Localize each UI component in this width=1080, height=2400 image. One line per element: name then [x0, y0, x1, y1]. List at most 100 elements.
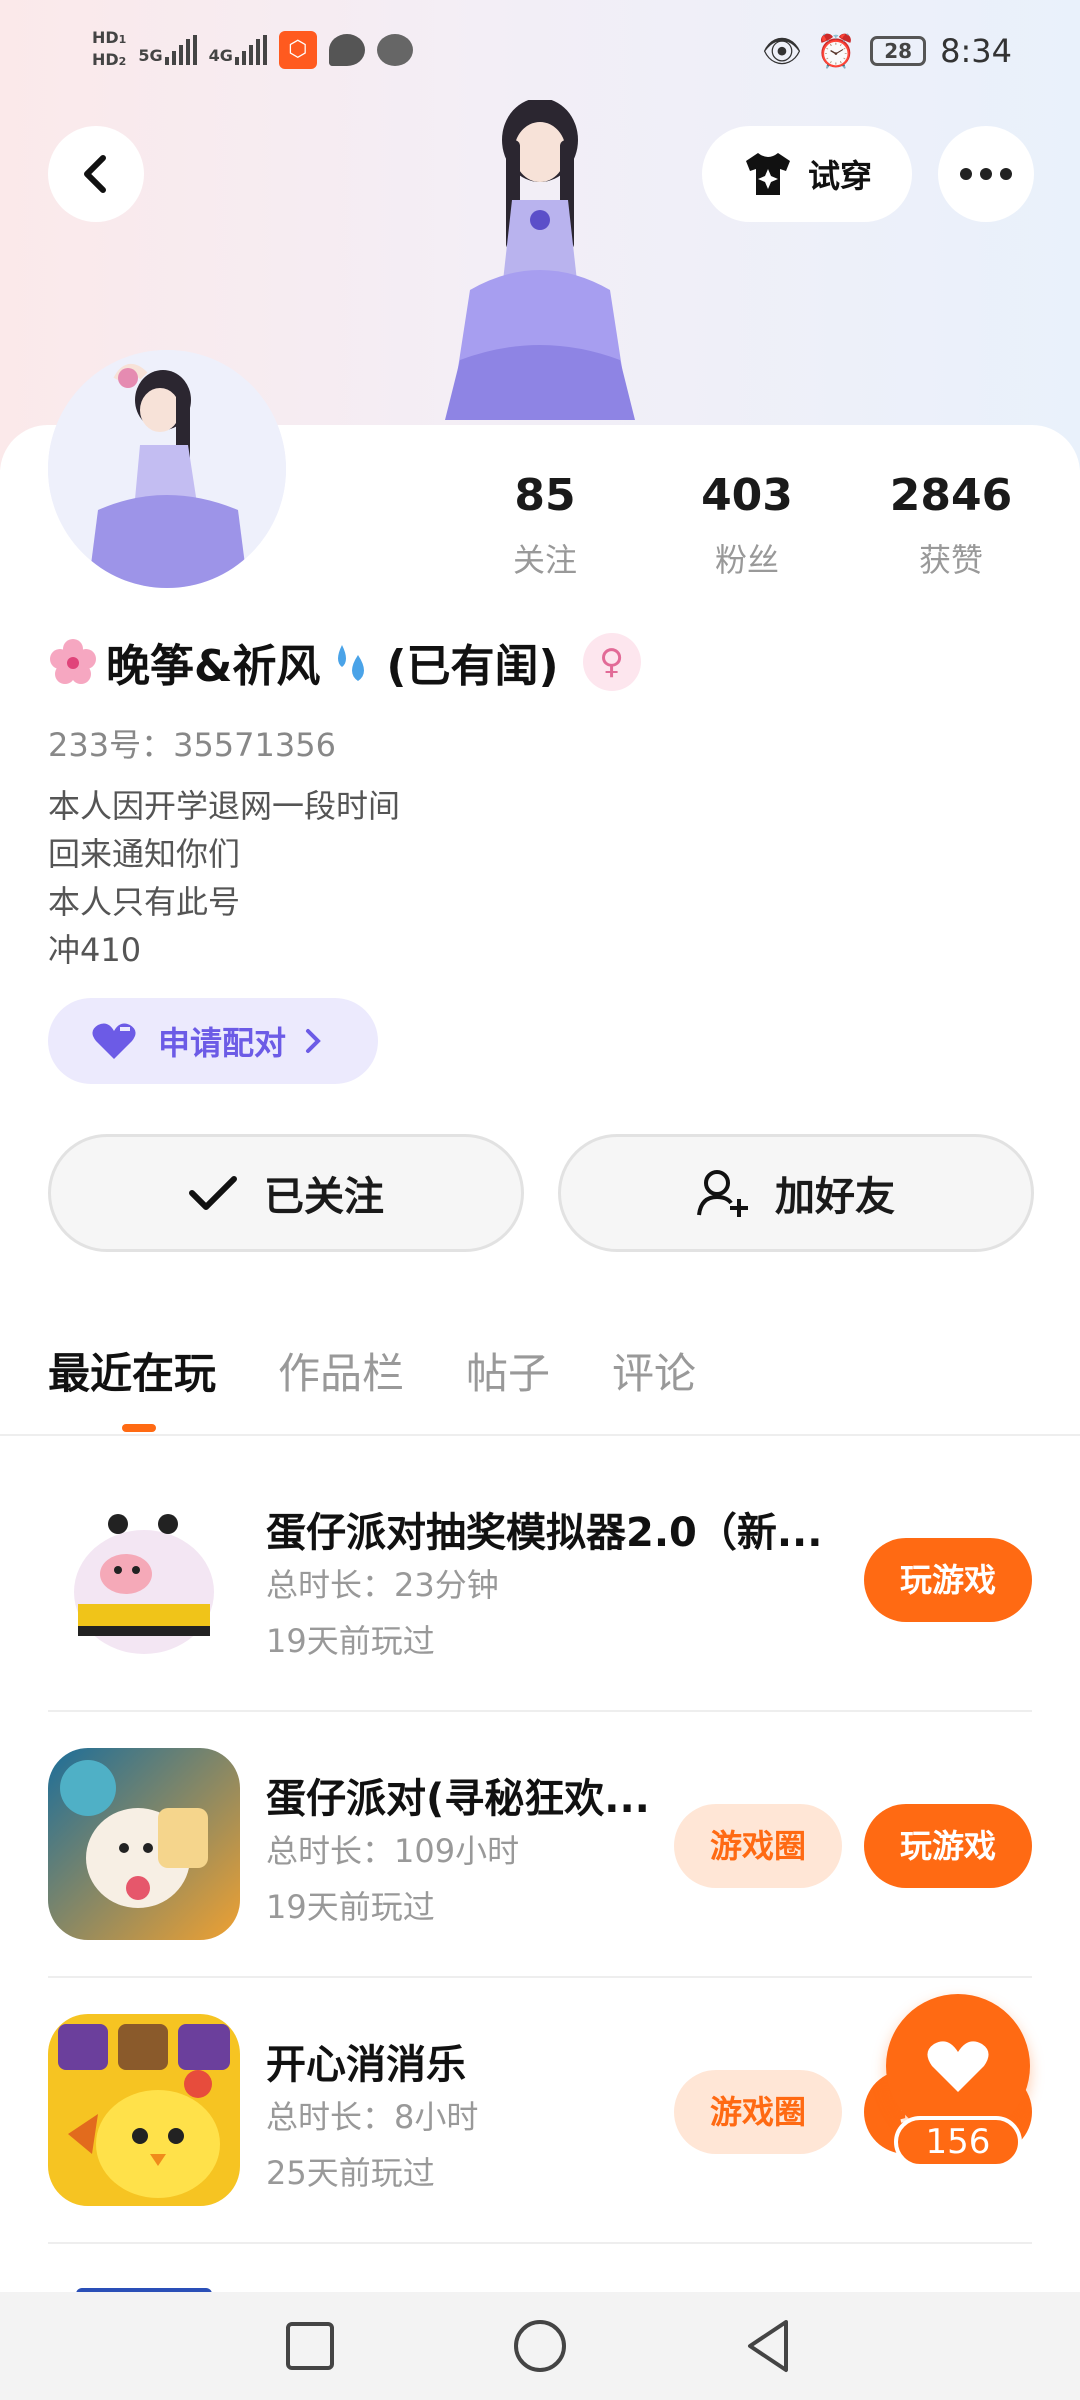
egg-bee-icon — [48, 1482, 240, 1674]
eye-icon: 👁 — [761, 32, 803, 70]
happy-elimination-icon — [48, 2014, 240, 2206]
try-on-button[interactable]: 试穿 — [702, 126, 912, 222]
hd2-sub: 2 — [118, 55, 127, 68]
tab-posts[interactable]: 帖子 — [466, 1340, 550, 1420]
request-pair-button[interactable]: 申请配对 — [48, 998, 378, 1084]
game-circle-button[interactable]: 游戏圈 — [674, 2070, 842, 2154]
game-icon — [48, 1482, 240, 1674]
game-title: 蛋仔派对(寻秘狂欢... — [266, 1776, 650, 1822]
heart-pair-icon — [92, 1023, 136, 1059]
play-game-button[interactable]: 玩游戏 — [864, 1538, 1032, 1622]
checkmark-icon — [189, 1176, 237, 1210]
add-user-icon — [697, 1170, 748, 1217]
more-dot — [960, 168, 972, 180]
game-title: 开心消消乐 — [266, 2042, 466, 2088]
following-button[interactable]: 已关注 — [48, 1134, 524, 1252]
more-options-button[interactable] — [938, 126, 1034, 222]
heart-icon — [927, 2041, 989, 2092]
app-notification-icon: ⬡ — [278, 31, 317, 69]
try-on-label: 试穿 — [807, 157, 872, 195]
message-icon — [328, 34, 365, 66]
chevron-right-icon — [306, 1029, 321, 1053]
recent-apps-icon[interactable] — [278, 2314, 342, 2378]
hd1-text: HD — [92, 28, 119, 47]
tabs-divider — [0, 1434, 1080, 1436]
more-dot — [1000, 168, 1012, 180]
chevron-left-icon — [84, 155, 106, 193]
bio-line: 冲410 — [48, 931, 142, 969]
bio: 本人因开学退网一段时间 回来通知你们 本人只有此号 冲410 — [48, 782, 400, 974]
bio-line: 本人只有此号 — [48, 883, 241, 921]
game-item[interactable]: 开心消消乐 总时长：8小时 25天前玩过 游戏圈 玩游戏 — [48, 1974, 1032, 2240]
nickname: 晚筝&祈风 — [106, 641, 321, 692]
nickname-row: 晚筝&祈风 (已有闺) ♀ — [48, 630, 641, 694]
game-icon — [48, 1748, 240, 1940]
female-gender-icon: ♀ — [582, 633, 641, 691]
signal-5g-icon: 5G — [138, 35, 197, 65]
likes-count: 2846 — [889, 470, 1013, 521]
hero-avatar-figure — [445, 100, 635, 420]
game-duration: 总时长：23分钟 — [266, 1566, 499, 1604]
tab-works[interactable]: 作品栏 — [278, 1340, 404, 1420]
stat-followers[interactable]: 403 粉丝 — [662, 470, 832, 581]
add-friend-button[interactable]: 加好友 — [558, 1134, 1034, 1252]
cherry-blossom-icon — [50, 639, 96, 684]
back-button[interactable] — [48, 126, 144, 222]
game-duration: 总时长：8小时 — [266, 2098, 479, 2136]
game-last-played: 25天前玩过 — [266, 2154, 435, 2192]
add-friend-label: 加好友 — [775, 1174, 895, 1220]
profile-tabs: 最近在玩 作品栏 帖子 评论 — [48, 1340, 696, 1420]
tab-comments[interactable]: 评论 — [612, 1340, 696, 1420]
eggy-party-icon — [48, 1748, 240, 1940]
following-button-label: 已关注 — [264, 1174, 384, 1220]
profile-page: HD1 HD2 5G 4G ⬡ 👁 ⏰ 28 8:34 试穿 85 关注 403… — [0, 0, 1080, 2400]
game-icon — [48, 2014, 240, 2206]
alarm-icon: ⏰ — [816, 32, 857, 70]
following-label: 关注 — [512, 541, 577, 579]
tshirt-icon — [745, 153, 790, 195]
battery-icon: 28 — [870, 36, 927, 66]
tab-recently-played[interactable]: 最近在玩 — [48, 1340, 216, 1420]
stat-likes[interactable]: 2846 获赞 — [866, 470, 1036, 581]
game-duration: 总时长：109小时 — [266, 1832, 520, 1870]
home-icon[interactable] — [508, 2314, 572, 2378]
sweat-drops-icon — [338, 645, 365, 681]
game-title: 蛋仔派对抽奖模拟器2.0（新... — [266, 1510, 823, 1556]
back-nav-icon[interactable] — [738, 2314, 802, 2378]
followers-label: 粉丝 — [714, 541, 779, 579]
user-id: 233号：35571356 — [48, 726, 336, 764]
clock-time: 8:34 — [940, 32, 1012, 70]
hd-indicator: HD1 HD2 — [92, 28, 126, 72]
game-item[interactable]: 蛋仔派对抽奖模拟器2.0（新... 总时长：23分钟 19天前玩过 玩游戏 — [48, 1442, 1032, 1708]
game-circle-button[interactable]: 游戏圈 — [674, 1804, 842, 1888]
game-item[interactable]: 蛋仔派对(寻秘狂欢... 总时长：109小时 19天前玩过 游戏圈 玩游戏 — [48, 1708, 1032, 1974]
game-last-played: 19天前玩过 — [266, 1888, 435, 1926]
nickname-suffix: (已有闺) — [386, 641, 559, 692]
bio-line: 回来通知你们 — [48, 835, 241, 873]
likes-label: 获赞 — [918, 541, 983, 579]
system-navigation-bar — [0, 2292, 1080, 2400]
status-bar: HD1 HD2 5G 4G ⬡ 👁 ⏰ 28 8:34 — [0, 20, 1080, 90]
following-count: 85 — [514, 470, 576, 521]
active-tab-indicator — [122, 1424, 156, 1432]
game-last-played: 19天前玩过 — [266, 1622, 435, 1660]
more-dot — [980, 168, 992, 180]
stat-following[interactable]: 85 关注 — [460, 470, 630, 581]
hd2-text: HD — [92, 50, 119, 69]
signal-4g-icon: 4G — [209, 35, 267, 65]
bio-line: 本人因开学退网一段时间 — [48, 787, 401, 825]
row-divider — [48, 2242, 1032, 2244]
like-count: 156 — [894, 2116, 1022, 2168]
status-left: HD1 HD2 5G 4G ⬡ — [92, 28, 413, 72]
profile-stats: 85 关注 403 粉丝 2846 获赞 — [460, 470, 1060, 580]
network-5g-label: 5G — [138, 46, 163, 65]
request-pair-label: 申请配对 — [158, 1024, 287, 1062]
wechat-icon — [376, 34, 413, 66]
followers-count: 403 — [701, 470, 793, 521]
play-game-button[interactable]: 玩游戏 — [864, 1804, 1032, 1888]
hd1-sub: 1 — [118, 33, 127, 46]
avatar-figure — [48, 350, 286, 588]
status-right: 👁 ⏰ 28 8:34 — [762, 32, 1012, 70]
avatar[interactable] — [48, 350, 286, 588]
network-4g-label: 4G — [208, 46, 233, 65]
